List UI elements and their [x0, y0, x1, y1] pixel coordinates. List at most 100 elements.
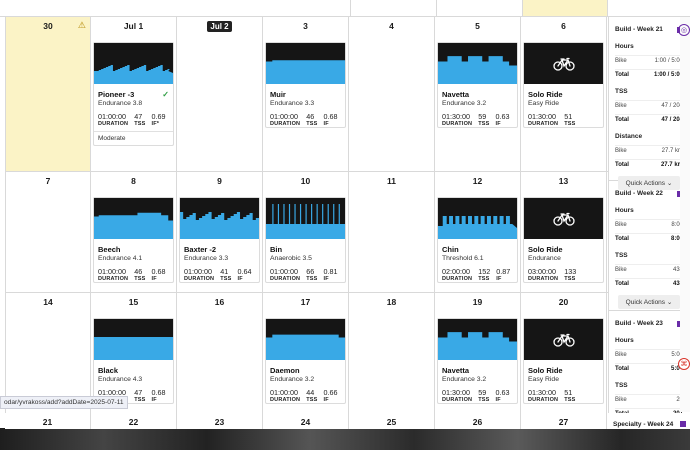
day-number[interactable]: 24: [263, 413, 349, 429]
day-number: 8: [91, 176, 176, 186]
day-cell[interactable]: 4: [349, 17, 435, 171]
workout-card[interactable]: Daemon Endurance 3.2 01:00:00 DURATION 44 TSS…: [265, 318, 346, 404]
day-number-text: 3: [303, 21, 308, 31]
week-summary-title[interactable]: Build - Week 22: [615, 190, 683, 197]
workout-card[interactable]: Chin Threshold 6.1 02:00:00 DURATION 152 TSS 0…: [437, 197, 518, 283]
day-number: 9: [177, 176, 262, 186]
workout-thumbnail: [438, 319, 517, 360]
workout-metrics: 01:00:00 DURATION 41 TSS 0.64 IF: [184, 267, 259, 282]
day-cell[interactable]: 14: [5, 293, 91, 413]
day-number-text: 15: [128, 297, 139, 307]
assistant-icon[interactable]: ◎: [678, 24, 690, 36]
workout-card[interactable]: Solo Ride Easy Ride 01:30:00 DURATION 51 TSS: [523, 318, 604, 404]
day-cell[interactable]: 30 ⚠: [5, 17, 91, 171]
day-cell[interactable]: 20 Solo Ride Easy Ride 01:30:00 DURATION 51 TS…: [521, 293, 607, 413]
tss-metric: 51 TSS: [564, 388, 576, 403]
duration-metric: 03:00:00 DURATION: [528, 267, 559, 282]
day-cell[interactable]: Jul 1 Pioneer -3 ✓ Endurance 3.8 01:00:00 DUR…: [91, 17, 177, 171]
duration-metric: 01:00:00DURATION: [98, 112, 129, 127]
day-number[interactable]: 27: [521, 413, 607, 429]
summary-row: Total 8:00: [615, 233, 683, 242]
status-url: odar/yvrakoss/add?addDate=2025-07-11: [0, 396, 128, 409]
workout-metrics: 03:00:00 DURATION 133 TSS: [528, 267, 603, 282]
workout-card[interactable]: Navetta Endurance 3.2 01:30:00 DURATION 59 TS…: [437, 42, 518, 128]
workout-type: Endurance 4.1: [98, 255, 143, 262]
workout-profile-chart: [94, 212, 173, 239]
if-metric: 0.63 IF: [495, 112, 510, 127]
day-number[interactable]: 21: [5, 413, 91, 429]
day-cell[interactable]: 13 Solo Ride Endurance 03:00:00 DURATION 133 T…: [521, 172, 607, 292]
workout-metrics: 01:00:00 DURATION 46 TSS 0.68 IF: [98, 267, 173, 282]
workout-card[interactable]: Navetta Endurance 3.2 01:30:00 DURATION 59 TS…: [437, 318, 518, 404]
day-number: 14: [6, 297, 90, 307]
day-number-text: 4: [389, 21, 394, 31]
day-cell[interactable]: 8 Beech Endurance 4.1 01:00:00 DURATION 46 TSS…: [91, 172, 177, 292]
tss-metric: 46 TSS: [306, 112, 318, 127]
day-cell[interactable]: 18: [349, 293, 435, 413]
workout-type: Anaerobic 3.5: [270, 255, 312, 262]
day-cell[interactable]: 10 Bin Anaerobic 3.5 01:00:00 DURATION 66 TSS 0…: [263, 172, 349, 292]
day-cell[interactable]: 11: [349, 172, 435, 292]
day-cell[interactable]: 6 Solo Ride Easy Ride 01:30:00 DURATION 51 TSS: [521, 17, 607, 171]
day-number: 4: [349, 21, 434, 31]
workout-name: Bin: [270, 245, 283, 254]
workout-profile-chart: [438, 332, 517, 360]
workout-metrics: 01:30:00 DURATION 51 TSS: [528, 112, 603, 127]
day-cell[interactable]: 12 Chin Threshold 6.1 02:00:00 DURATION 152 TS…: [435, 172, 521, 292]
calendar-grid: 30 ⚠ Jul 1 Pioneer -3 ✓ Endurance 3.8 01:00:00…: [5, 17, 608, 414]
summary-section-label: TSS: [615, 88, 628, 95]
quick-actions-button[interactable]: Quick Actions ⌄: [618, 176, 680, 190]
workout-name: Solo Ride: [528, 366, 563, 375]
day-number[interactable]: 23: [177, 413, 263, 429]
day-cell[interactable]: 5 Navetta Endurance 3.2 01:30:00 DURATION 59 T…: [435, 17, 521, 171]
summary-row: Bike 8:00: [615, 219, 683, 228]
day-number: 10: [263, 176, 348, 186]
workout-card[interactable]: Beech Endurance 4.1 01:00:00 DURATION 46 TSS 0…: [93, 197, 174, 283]
workout-profile-chart: [266, 60, 345, 84]
prev-week-cell: [436, 0, 522, 17]
pdf-icon[interactable]: ⌘: [678, 358, 690, 370]
workout-card[interactable]: Baxter -2 Endurance 3.3 01:00:00 DURATION 41…: [179, 197, 260, 283]
day-cell[interactable]: 7: [5, 172, 91, 292]
day-number[interactable]: 25: [349, 413, 435, 429]
day-cell[interactable]: 15 BlackEndurance 4.301:00:00DURATION47TS…: [91, 293, 177, 413]
week-summary-title[interactable]: Build - Week 23: [615, 320, 683, 327]
day-cell[interactable]: 17 Daemon Endurance 3.2 01:00:00 DURATION 44 T…: [263, 293, 349, 413]
day-cell[interactable]: 3 Muir Endurance 3.3 01:00:00 DURATION 46 TSS 0…: [263, 17, 349, 171]
workout-card[interactable]: BlackEndurance 4.301:00:00DURATION47TSS0…: [93, 318, 174, 404]
workout-card[interactable]: Pioneer -3 ✓ Endurance 3.8 01:00:00 DURATION…: [93, 42, 174, 146]
summary-row: Total 47 / 204: [615, 114, 683, 123]
day-number[interactable]: 26: [435, 413, 521, 429]
workout-name: Muir: [270, 90, 286, 99]
tss-metric: 41 TSS: [220, 267, 232, 282]
summary-row: Bike 27.7 km: [615, 145, 683, 154]
week-summary-title[interactable]: Build - Week 21: [615, 26, 683, 33]
week-summary-title[interactable]: Specialty - Week 24: [607, 413, 690, 429]
workout-type: Endurance 3.3: [270, 100, 315, 107]
bike-icon: [552, 57, 575, 71]
summary-row: Total 5:00: [615, 363, 683, 372]
workout-card[interactable]: Solo Ride Endurance 03:00:00 DURATION 133 TSS: [523, 197, 604, 283]
workout-card[interactable]: Muir Endurance 3.3 01:00:00 DURATION 46 TSS 0.…: [265, 42, 346, 128]
workout-card[interactable]: Bin Anaerobic 3.5 01:00:00 DURATION 66 TSS 0.8…: [265, 197, 346, 283]
day-cell[interactable]: 19 Navetta Endurance 3.2 01:30:00 DURATION 59…: [435, 293, 521, 413]
workout-profile-chart: [438, 56, 517, 84]
workout-profile-chart: [266, 204, 345, 239]
day-cell[interactable]: Jul 2: [177, 17, 263, 171]
day-cell[interactable]: 16: [177, 293, 263, 413]
workout-card[interactable]: Solo Ride Easy Ride 01:30:00 DURATION 51 TSS: [523, 42, 604, 128]
day-number: 7: [6, 176, 90, 186]
workout-name: Black: [98, 366, 119, 375]
workout-profile-chart: [94, 65, 173, 84]
summary-row: Total 1:00 / 5:00: [615, 69, 683, 78]
summary-row: Bike 47 / 204: [615, 100, 683, 109]
day-cell[interactable]: 9 Baxter -2 Endurance 3.3 01:00:00 DURATION 4…: [177, 172, 263, 292]
phase-color-swatch: [680, 421, 686, 427]
day-number[interactable]: 22: [91, 413, 177, 429]
quick-actions-button[interactable]: Quick Actions ⌄: [618, 295, 680, 309]
tss-metric: 133 TSS: [564, 267, 577, 282]
warning-icon[interactable]: ⚠: [78, 20, 86, 31]
summary-section-label: Hours: [615, 337, 634, 344]
day-number-text: 20: [558, 297, 569, 307]
workout-thumbnail: [524, 43, 603, 84]
